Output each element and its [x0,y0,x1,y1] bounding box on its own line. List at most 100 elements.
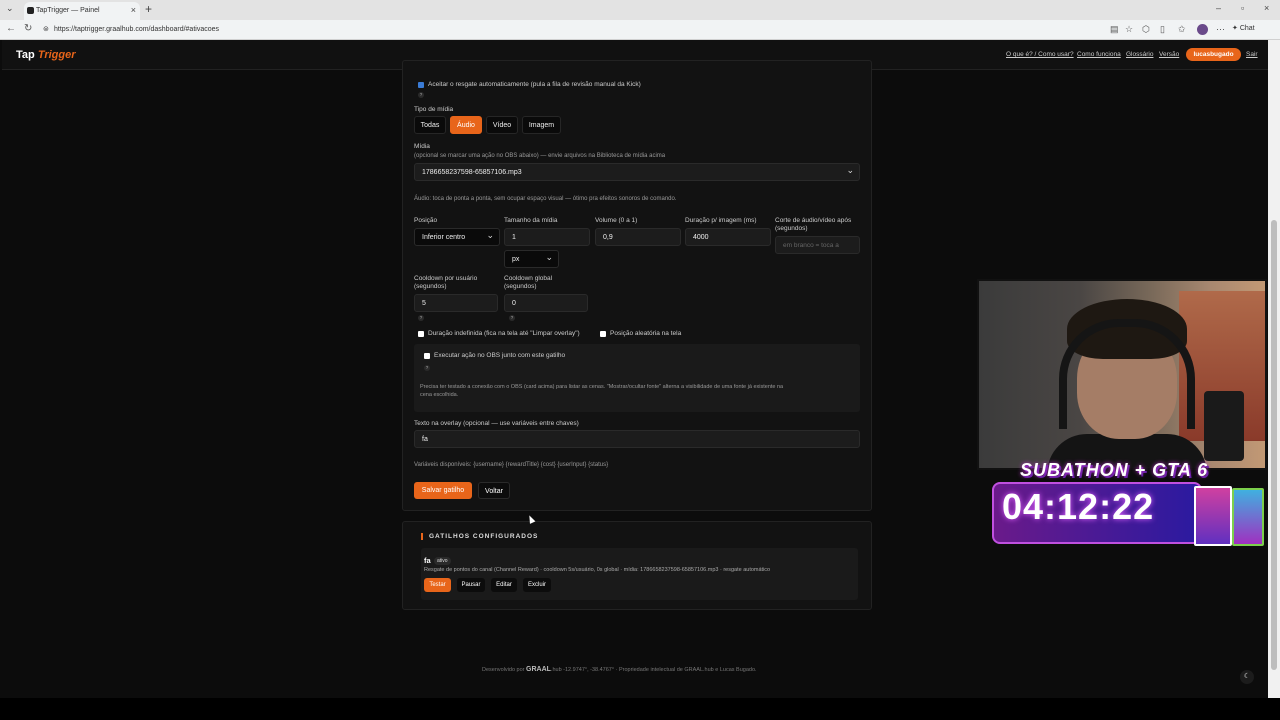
reader-icon[interactable]: ▤ [1110,24,1119,35]
duration-value: 4000 [693,234,709,241]
footer-brand[interactable]: GRAAL [526,666,551,673]
nav-link-what-is[interactable]: O que é? / Como usar? [1006,51,1074,58]
test-trigger-button[interactable]: Testar [424,578,451,592]
nav-link-how-it-works[interactable]: Como funciona [1077,51,1121,58]
media-type-all[interactable]: Todas [414,116,446,134]
close-window-icon[interactable]: × [1264,3,1269,13]
help-icon[interactable]: ? [418,315,424,321]
taskbar [0,698,1280,720]
reload-icon[interactable]: ↻ [24,23,32,34]
logo-tap: Tap [16,49,35,61]
url-text: https://taptrigger.graalhub.com/dashboar… [54,26,219,33]
overlay-text-value: fa [422,436,428,443]
pause-trigger-button[interactable]: Pausar [457,578,485,592]
streamer-figure [1047,299,1207,468]
minimize-icon[interactable]: – [1216,3,1221,13]
tab-title: TapTrigger — Painel [36,7,100,14]
chat-label: Chat [1239,25,1255,32]
help-icon[interactable]: ? [418,92,424,98]
favorites-icon[interactable]: ✩ [1178,24,1186,35]
media-type-audio[interactable]: Áudio [450,116,482,134]
obs-note-line-1: Precisa ter testado a conexão com o OBS … [420,384,784,390]
media-label: Mídia [414,143,430,150]
save-trigger-button[interactable]: Salvar gatilho [414,482,472,499]
subathon-overlay: SUBATHON + GTA 6 04:12:22 [992,460,1264,548]
site-info-icon[interactable]: ⊜ [43,25,49,33]
volume-input[interactable]: 0,9 [595,228,681,246]
cooldown-global-input[interactable]: 0 [504,294,588,312]
user-badge[interactable]: lucasbugado [1186,48,1241,61]
media-select[interactable]: 1786658237598-65857106.mp3 [414,163,860,181]
media-type-image[interactable]: Imagem [522,116,561,134]
overlay-text-input[interactable]: fa [414,430,860,448]
audio-note: Áudio: toca de ponta a ponta, sem ocupar… [414,196,677,202]
tab-search-icon[interactable]: ⌄ [6,3,14,14]
obs-action-label: Executar ação no OBS junto com este gati… [434,352,566,359]
back-button[interactable]: Voltar [478,482,510,499]
size-unit-select[interactable]: px [504,250,559,268]
theme-toggle-moon-icon[interactable]: ☾ [1240,670,1254,684]
cut-input[interactable]: em branco = toca a [775,236,860,254]
split-icon[interactable]: ▯ [1160,24,1165,35]
indefinite-duration-label: Duração indefinida (fica na tela até "Li… [428,330,580,337]
indefinite-duration-checkbox[interactable] [418,331,424,337]
tab-strip: ⌄ TapTrigger — Painel × + – ▫ × [0,0,1280,20]
game-cover-1-icon [1194,486,1232,546]
nav-link-version[interactable]: Versão [1159,51,1179,58]
address-bar[interactable]: ⊜ https://taptrigger.graalhub.com/dashbo… [40,23,1100,37]
position-select[interactable]: Inferior centro [414,228,500,246]
trigger-name: fa [424,556,431,565]
maximize-icon[interactable]: ▫ [1241,3,1244,13]
random-position-label: Posição aleatória na tela [610,330,682,337]
auto-redeem-checkbox[interactable] [418,82,424,88]
cooldown-user-input[interactable]: 5 [414,294,498,312]
bookmark-star-icon[interactable]: ☆ [1125,24,1133,35]
browser-chrome: ⌄ TapTrigger — Painel × + – ▫ × ← ↻ ⊜ ht… [0,0,1280,40]
media-type-video[interactable]: Vídeo [486,116,518,134]
page-scrollbar[interactable] [1268,40,1280,698]
webcam-overlay [977,279,1267,470]
volume-value: 0,9 [603,234,613,241]
duration-input[interactable]: 4000 [685,228,771,246]
headset-icon [1059,319,1195,429]
cut-placeholder: em branco = toca a [783,242,839,249]
favicon-icon [27,7,34,14]
more-menu-icon[interactable]: ⋯ [1216,24,1225,35]
media-value: 1786658237598-65857106.mp3 [422,169,522,176]
auto-redeem-label: Aceitar o resgate automaticamente (pula … [428,81,641,88]
cooldown-global-label-unit: (segundos) [504,283,537,290]
size-label: Tamanho da mídia [504,217,558,224]
cooldown-user-value: 5 [422,300,426,307]
size-value: 1 [512,234,516,241]
extensions-icon[interactable]: ⬡ [1142,24,1150,35]
close-tab-icon[interactable]: × [131,5,136,15]
status-badge: ativo [434,557,451,565]
delete-trigger-button[interactable]: Excluir [523,578,551,592]
help-icon[interactable]: ? [424,365,430,371]
variables-hint: Variáveis disponíveis: {username} {rewar… [414,462,609,468]
help-icon[interactable]: ? [509,315,515,321]
microphone-icon [1204,391,1244,461]
profile-avatar[interactable] [1197,24,1208,35]
chat-button[interactable]: ✦ Chat [1232,24,1255,32]
cooldown-global-label: Cooldown global [504,275,553,282]
nav-link-glossary[interactable]: Glossário [1126,51,1153,58]
trigger-form-panel: Aceitar o resgate automaticamente (pula … [402,60,872,511]
position-value: Inferior centro [422,234,466,241]
cooldown-user-label: Cooldown por usuário [414,275,478,282]
duration-label: Duração p/ imagem (ms) [685,217,757,224]
edit-trigger-button[interactable]: Editar [491,578,517,592]
back-icon[interactable]: ← [6,23,16,34]
scrollbar-thumb[interactable] [1271,220,1277,670]
obs-action-checkbox[interactable] [424,353,430,359]
browser-tab[interactable]: TapTrigger — Painel × [24,2,140,20]
trigger-description: Resgate de pontos do canal (Channel Rewa… [424,567,771,573]
random-position-checkbox[interactable] [600,331,606,337]
new-tab-icon[interactable]: + [145,2,152,16]
cut-label-unit: (segundos) [775,225,808,232]
size-input[interactable]: 1 [504,228,590,246]
subathon-title: SUBATHON + GTA 6 [1020,460,1209,480]
position-label: Posição [414,217,438,224]
app-logo[interactable]: Tap Trigger [16,49,76,61]
logout-link[interactable]: Sair [1246,51,1258,58]
